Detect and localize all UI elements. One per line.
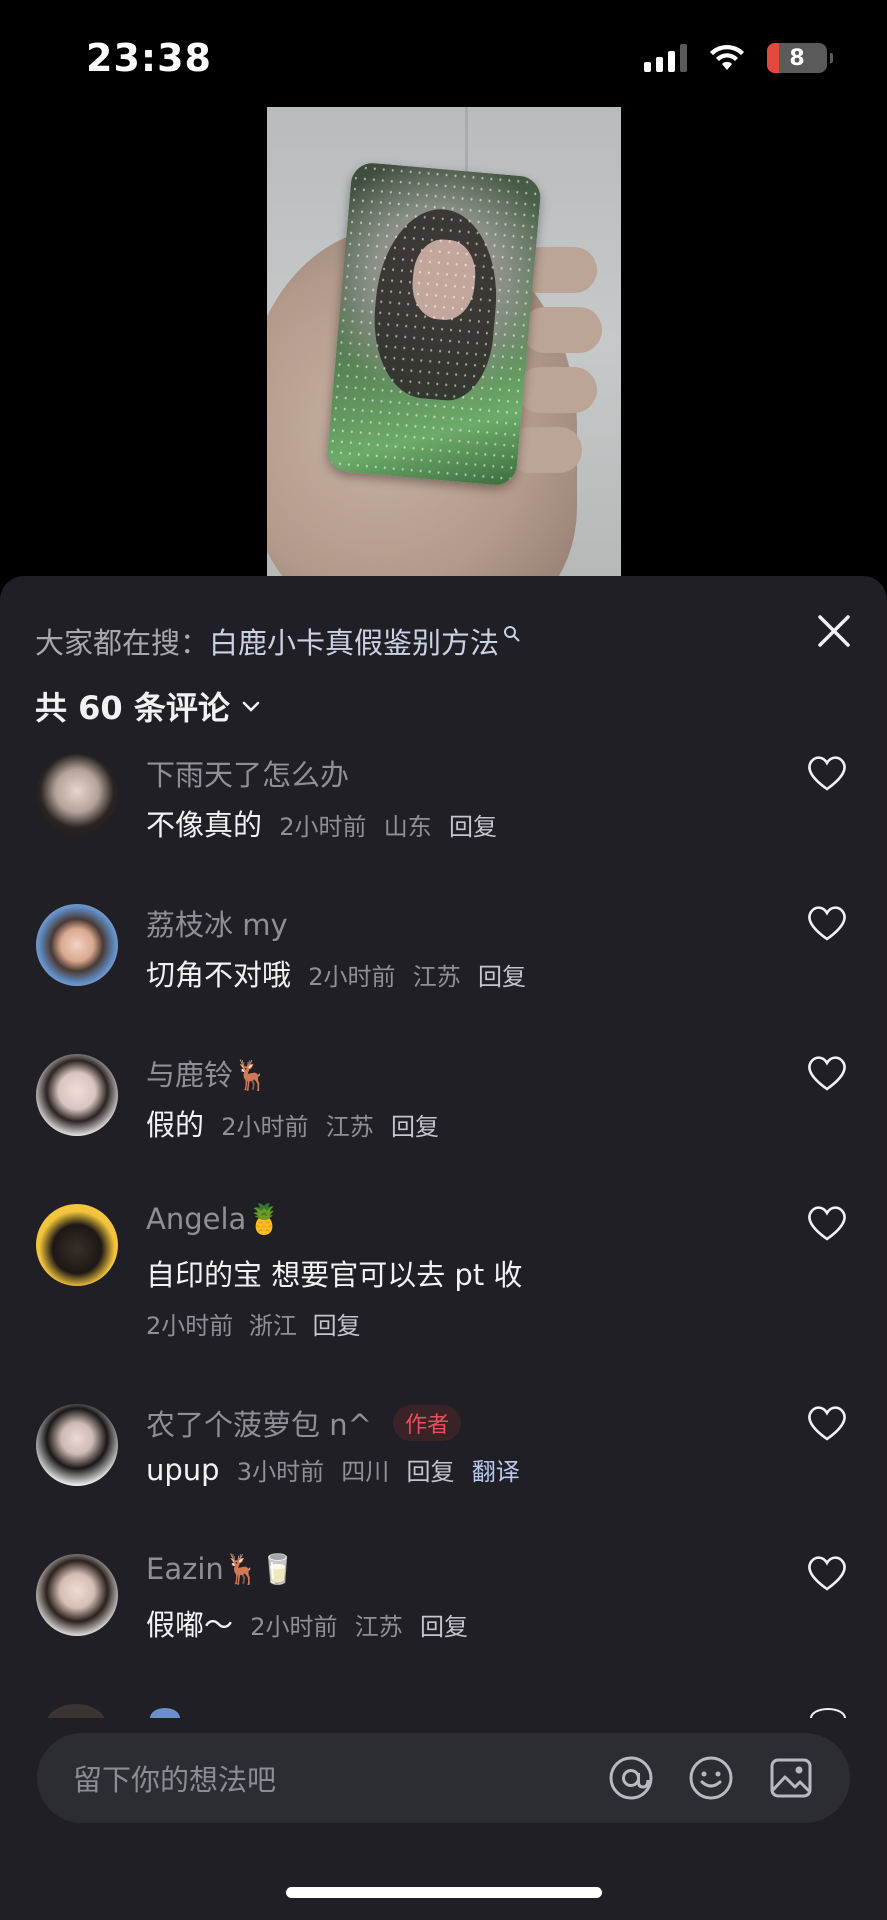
comment-content: 不像真的 2小时前 山东 回复 (146, 802, 497, 844)
status-bar: 23:38 8 (0, 0, 887, 106)
author-badge: 作者 (393, 1405, 462, 1441)
comment-time: 3小时前 (236, 1458, 325, 1486)
comment-text: 假嘟～ (146, 1608, 234, 1642)
heart-icon[interactable] (806, 754, 848, 792)
heart-icon[interactable] (806, 1054, 848, 1092)
comment-time: 2小时前 (250, 1613, 338, 1641)
heart-icon[interactable] (806, 1204, 848, 1242)
comment-content: 假嘟～ 2小时前 江苏 回复 (146, 1602, 468, 1644)
trending-search[interactable]: 大家都在搜： 白鹿小卡真假鉴别方法 (35, 616, 855, 666)
photo-card-image (325, 161, 543, 487)
avatar[interactable] (36, 1204, 118, 1286)
comment-text: upup (146, 1453, 220, 1487)
comment-author[interactable]: 下雨天了怎么办 (146, 752, 349, 794)
reply-button[interactable]: 回复 (449, 813, 497, 841)
comment-meta: 2小时前 浙江 回复 (146, 1306, 361, 1341)
home-indicator[interactable] (286, 1887, 602, 1898)
comment-text: 假的 (146, 1108, 205, 1142)
chevron-down-icon (242, 701, 260, 712)
status-time: 23:38 (86, 36, 212, 80)
comment-item-partial (0, 1700, 887, 1718)
emoji-icon[interactable] (688, 1755, 734, 1801)
comment-location: 四川 (341, 1458, 390, 1486)
avatar[interactable] (36, 904, 118, 986)
comment-time: 2小时前 (279, 813, 367, 841)
comment-location: 江苏 (412, 963, 461, 991)
trending-search-term[interactable]: 白鹿小卡真假鉴别方法 (209, 620, 499, 662)
comment-author[interactable]: Angela🍍 (146, 1202, 282, 1237)
comment-input[interactable]: 留下你的想法吧 (73, 1757, 608, 1799)
avatar[interactable] (36, 1554, 118, 1636)
close-icon[interactable] (816, 613, 852, 649)
comment-content: upup 3小时前 四川 回复 翻译 (146, 1452, 520, 1487)
comment-author[interactable]: 与鹿铃🦌 (146, 1052, 269, 1094)
heart-icon[interactable] (806, 1404, 848, 1442)
translate-button[interactable]: 翻译 (472, 1458, 520, 1486)
reply-button[interactable]: 回复 (313, 1312, 361, 1340)
comment-location: 江苏 (325, 1113, 374, 1141)
comment-input-bar[interactable]: 留下你的想法吧 (37, 1733, 850, 1823)
battery-icon: 8 (767, 43, 833, 73)
comment-author[interactable]: 荔枝冰 my (146, 902, 288, 944)
comment-location: 山东 (383, 813, 432, 841)
comment-time: 2小时前 (221, 1113, 309, 1141)
avatar[interactable] (36, 1054, 118, 1136)
image-picker-icon[interactable] (768, 1755, 814, 1801)
comment-author-name[interactable]: 农了个菠萝包 n^ (146, 1408, 372, 1442)
comment-count: 共 60 条评论 (35, 689, 230, 727)
at-mention-icon[interactable] (608, 1755, 654, 1801)
comment-author[interactable]: 农了个菠萝包 n^ 作者 (146, 1402, 462, 1444)
reply-button[interactable]: 回复 (478, 963, 526, 991)
wifi-icon (710, 44, 744, 70)
cellular-signal-icon (644, 44, 687, 72)
comment-location: 江苏 (354, 1613, 403, 1641)
comment-count-sort[interactable]: 共 60 条评论 (35, 681, 262, 731)
comment-content: 切角不对哦 2小时前 江苏 回复 (146, 952, 526, 994)
comment-location: 浙江 (248, 1312, 297, 1340)
comment-sheet: 大家都在搜： 白鹿小卡真假鉴别方法 共 60 条评论 (0, 576, 887, 1920)
comment-text: 切角不对哦 (146, 958, 292, 992)
comment-time: 2小时前 (146, 1312, 234, 1340)
trending-search-prefix: 大家都在搜： (35, 626, 210, 660)
avatar[interactable] (36, 754, 118, 836)
comment-text: 不像真的 (146, 808, 263, 842)
search-icon (504, 626, 520, 642)
heart-icon[interactable] (806, 1554, 848, 1592)
post-photo[interactable] (267, 107, 621, 577)
heart-icon[interactable] (806, 904, 848, 942)
comment-time: 2小时前 (308, 963, 396, 991)
comment-text: 自印的宝 想要官可以去 pt 收 (146, 1258, 523, 1292)
reply-button[interactable]: 回复 (407, 1458, 455, 1486)
comment-author[interactable]: Eazin🦌🥛 (146, 1552, 296, 1587)
reply-button[interactable]: 回复 (391, 1113, 439, 1141)
status-icons: 8 (644, 33, 833, 73)
battery-level: 8 (789, 45, 805, 71)
avatar[interactable] (36, 1404, 118, 1486)
reply-button[interactable]: 回复 (420, 1613, 468, 1641)
comment-content: 假的 2小时前 江苏 回复 (146, 1102, 439, 1144)
